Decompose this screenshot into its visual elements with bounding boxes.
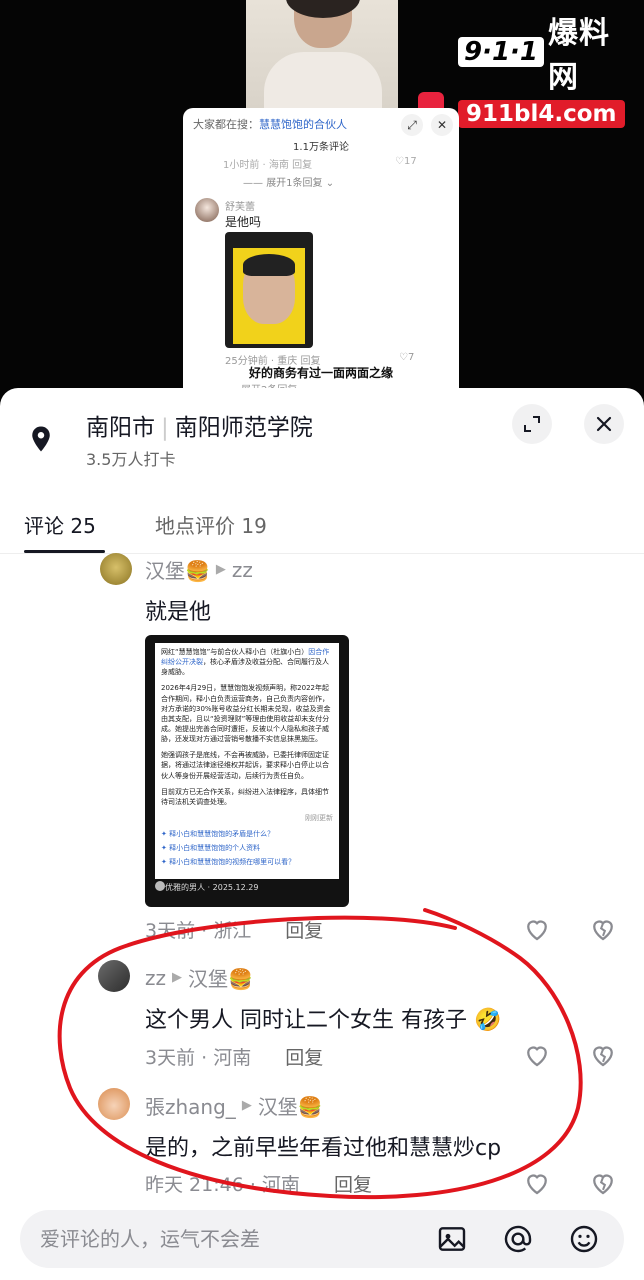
comment-user-line: 汉堡🍔 ▶ zz [145, 555, 253, 584]
location-title[interactable]: 南阳市 | 南阳师范学院 [86, 408, 313, 442]
mini-comment-count: 1.1万条评论 [293, 142, 349, 153]
location-city: 南阳市 [86, 415, 155, 441]
comment-text: 这个男人 同时让二个女生 有孩子 🤣 [145, 1008, 502, 1033]
comment-username[interactable]: 汉堡🍔 [145, 555, 210, 584]
comment-user-line: 張zhang_ ▶ 汉堡🍔 [145, 1091, 323, 1120]
avatar[interactable] [98, 1088, 130, 1120]
comment-user-line: zz ▶ 汉堡🍔 [145, 963, 253, 992]
reply-to-user[interactable]: zz [232, 558, 253, 582]
reply-button[interactable]: 回复 [334, 1174, 372, 1196]
video-caption: 好的商务有过一面两面之缘 [248, 366, 393, 380]
broken-heart-icon[interactable] [588, 1040, 618, 1070]
watermark-title: 爆料网 [548, 16, 611, 95]
checkin-count: 3.5万人打卡 [86, 450, 176, 469]
comment-text: 是的，之前早些年看过他和慧慧炒cp [145, 1136, 502, 1161]
close-icon [596, 416, 612, 432]
mini-expand-icon: ⤢ [401, 114, 423, 136]
comment-sheet: 南阳市 | 南阳师范学院 3.5万人打卡 评论 25 地点评价 19 汉堡🍔 ▶ z… [0, 388, 644, 1280]
mention-icon[interactable] [502, 1223, 534, 1255]
comment-meta: 3天前 · 浙江 回复 [145, 916, 323, 943]
close-button[interactable] [584, 404, 624, 444]
watermark-logo: 9·1·1 爆料网 911bl4.com [458, 8, 636, 128]
comment-time-location: 3天前 · 河南 [145, 1047, 252, 1069]
reply-to-user[interactable]: 汉堡🍔 [258, 1091, 323, 1120]
location-pin-icon [32, 426, 50, 452]
comment-username[interactable]: zz [145, 966, 166, 990]
mini-photo [225, 232, 313, 348]
mini-close-icon: ✕ [431, 114, 453, 136]
expand-button[interactable] [512, 404, 552, 444]
heart-icon[interactable] [522, 914, 552, 944]
reply-button[interactable]: 回复 [285, 1047, 323, 1069]
mini-expand-replies: —— 展开1条回复 ⌄ [243, 178, 335, 189]
comment-input-bar [20, 1210, 624, 1268]
expand-icon [524, 416, 540, 432]
mini-avatar [195, 198, 219, 222]
embedded-article: 网红“慧慧饱饱”与前合伙人释小白（杜旗小白）因合作纠纷公开决裂，核心矛盾涉及收益… [155, 643, 339, 879]
comment-input[interactable] [40, 1224, 420, 1254]
comment-meta: 昨天 21:46 · 河南 回复 [145, 1170, 372, 1197]
video-person-image [246, 0, 398, 108]
comment-image[interactable]: 网红“慧慧饱饱”与前合伙人释小白（杜旗小白）因合作纠纷公开决裂，核心矛盾涉及收益… [145, 635, 349, 907]
reply-to-user[interactable]: 汉堡🍔 [188, 963, 253, 992]
avatar[interactable] [98, 960, 130, 992]
reply-arrow-icon: ▶ [215, 562, 226, 577]
broken-heart-icon[interactable] [588, 1168, 618, 1198]
mini-search-bar: 大家都在搜：慧慧饱饱的合伙人 [193, 118, 347, 131]
mini-username: 舒芙蕾 [225, 202, 255, 213]
mini-faded-like: ♡17 [395, 156, 417, 167]
reply-arrow-icon: ▶ [241, 1098, 252, 1113]
comment-time-location: 3天前 · 浙江 [145, 920, 252, 942]
watermark-url: 911bl4.com [458, 100, 625, 128]
avatar[interactable] [100, 553, 132, 585]
mini-like: ♡7 [399, 352, 415, 363]
emoji-icon[interactable] [568, 1223, 600, 1255]
broken-heart-icon[interactable] [588, 914, 618, 944]
mini-faded-meta: 1小时前 · 海南 回复 [223, 160, 313, 171]
reply-button[interactable]: 回复 [285, 920, 323, 942]
tab-active-indicator [24, 550, 105, 553]
heart-icon[interactable] [522, 1040, 552, 1070]
mini-comment-text: 是他吗 [225, 215, 262, 229]
reply-arrow-icon: ▶ [172, 970, 182, 985]
comment-username[interactable]: 張zhang_ [145, 1091, 236, 1120]
location-place: 南阳师范学院 [174, 415, 313, 441]
embedded-screenshot: 大家都在搜：慧慧饱饱的合伙人 ⤢ ✕ 1.1万条评论 1小时前 · 海南 回复 … [183, 108, 459, 400]
video-background: 9·1·1 爆料网 911bl4.com 大家都在搜：慧慧饱饱的合伙人 ⤢ ✕ … [0, 0, 644, 400]
tab-comments[interactable]: 评论 25 [24, 510, 96, 539]
comment-text: 就是他 [145, 600, 212, 625]
tab-place-reviews[interactable]: 地点评价 19 [155, 510, 267, 539]
heart-icon[interactable] [522, 1168, 552, 1198]
comment-time-location: 昨天 21:46 · 河南 [145, 1174, 300, 1196]
comment-meta: 3天前 · 河南 回复 [145, 1043, 323, 1070]
watermark-number: 9·1·1 [458, 37, 545, 67]
tab-bar: 评论 25 地点评价 19 [0, 506, 644, 554]
image-icon[interactable] [436, 1223, 468, 1255]
